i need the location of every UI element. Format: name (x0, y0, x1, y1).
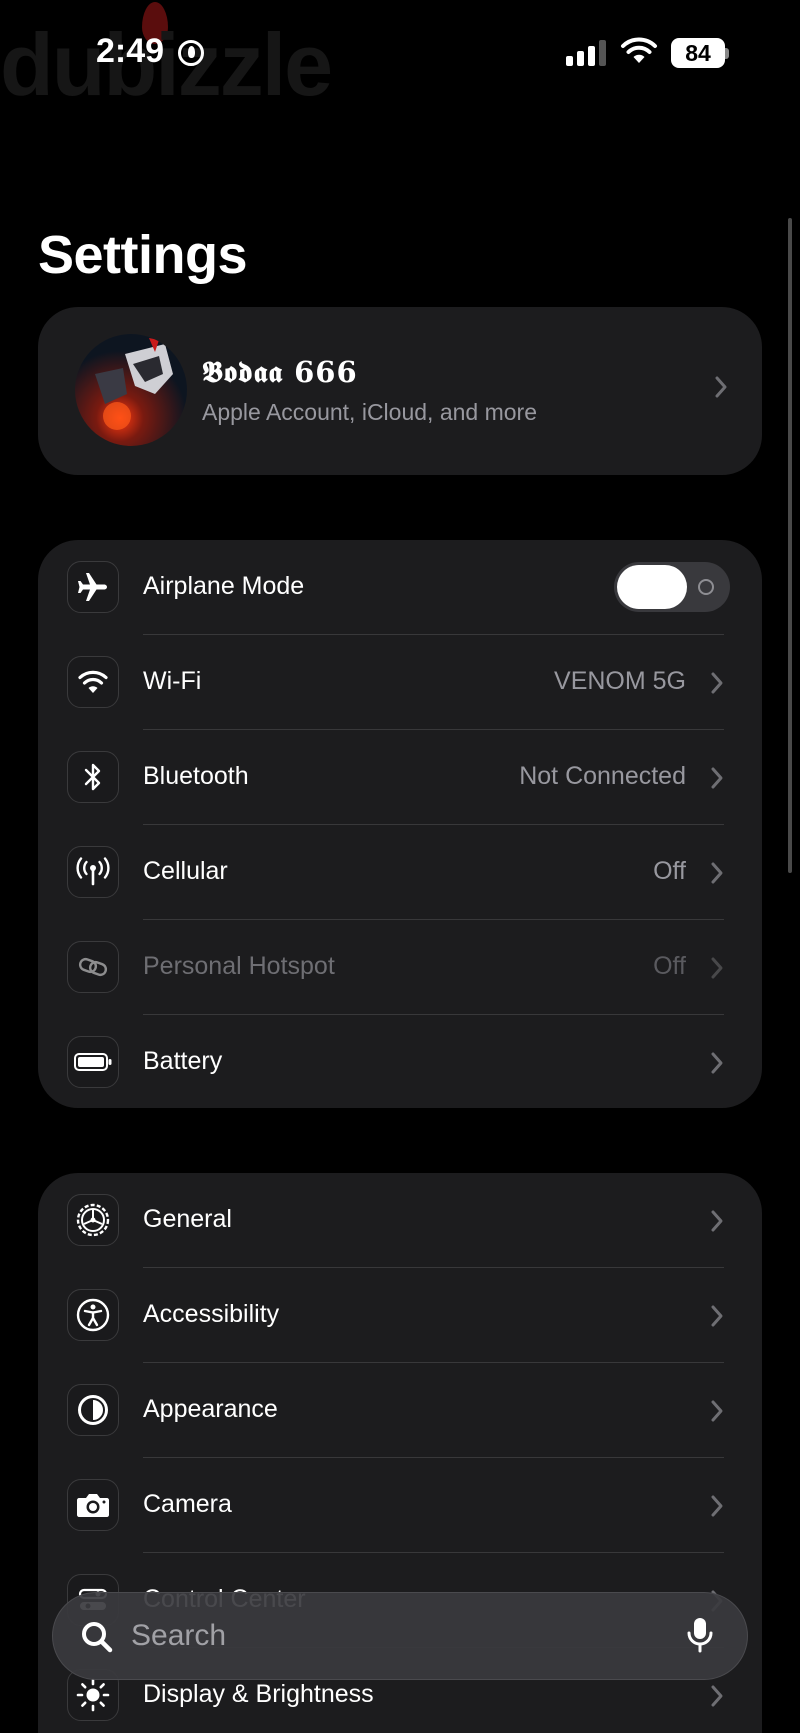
chevron-right-icon (711, 1685, 723, 1707)
settings-row-appearance[interactable]: Appearance (38, 1363, 762, 1458)
apple-account-card[interactable]: 𝕭𝖔𝖉𝖆𝖆 666 Apple Account, iCloud, and mor… (38, 307, 762, 475)
airplane-icon (67, 561, 119, 613)
search-bar[interactable]: Search (52, 1592, 748, 1680)
settings-row-airplane-mode[interactable]: Airplane Mode (38, 540, 762, 635)
row-label: Wi-Fi (143, 667, 202, 695)
chevron-right-icon (711, 957, 723, 979)
battery-percent: 84 (671, 38, 725, 68)
wifi-status-icon (621, 37, 657, 63)
chevron-right-icon (711, 1495, 723, 1517)
bluetooth-icon (67, 751, 119, 803)
chevron-right-icon (715, 376, 727, 398)
settings-row-accessibility[interactable]: Accessibility (38, 1268, 762, 1363)
profile-name: 𝕭𝖔𝖉𝖆𝖆 666 (202, 355, 358, 389)
chevron-right-icon (711, 1210, 723, 1232)
row-label: Camera (143, 1490, 232, 1518)
chevron-right-icon (711, 862, 723, 884)
row-label: Personal Hotspot (143, 952, 335, 980)
row-value: Off (653, 952, 686, 980)
row-label: Accessibility (143, 1300, 280, 1328)
settings-row-bluetooth[interactable]: Bluetooth Not Connected (38, 730, 762, 825)
airplane-mode-toggle[interactable] (614, 562, 730, 612)
chevron-right-icon (711, 672, 723, 694)
search-icon (82, 1622, 113, 1653)
chevron-right-icon (711, 1400, 723, 1422)
cellular-signal-icon (566, 40, 606, 66)
settings-row-camera[interactable]: Camera (38, 1458, 762, 1553)
toggle-knob (617, 565, 687, 609)
chevron-right-icon (711, 1052, 723, 1074)
camera-icon (67, 1479, 119, 1531)
accessibility-icon (67, 1289, 119, 1341)
chevron-right-icon (711, 767, 723, 789)
row-label: Cellular (143, 857, 228, 885)
row-value: Not Connected (519, 762, 686, 790)
focus-icon (178, 40, 204, 66)
appearance-icon (67, 1384, 119, 1436)
row-value: Off (653, 857, 686, 885)
battery-status-icon: 84 (671, 38, 729, 68)
settings-row-personal-hotspot[interactable]: Personal Hotspot Off (38, 920, 762, 1015)
row-label: General (143, 1205, 232, 1233)
microphone-icon[interactable] (685, 1615, 715, 1655)
settings-row-battery[interactable]: Battery (38, 1015, 762, 1110)
settings-row-general[interactable]: General (38, 1173, 762, 1268)
row-label: Bluetooth (143, 762, 249, 790)
antenna-icon (67, 846, 119, 898)
row-label: Display & Brightness (143, 1680, 374, 1708)
scroll-indicator[interactable] (788, 218, 792, 873)
row-label: Battery (143, 1047, 223, 1075)
hotspot-icon (67, 941, 119, 993)
row-label: Airplane Mode (143, 572, 305, 600)
connectivity-group: Airplane Mode Wi-Fi VENOM 5G Bluetooth N… (38, 540, 762, 1108)
settings-row-wifi[interactable]: Wi-Fi VENOM 5G (38, 635, 762, 730)
row-value: VENOM 5G (554, 667, 686, 695)
row-label: Appearance (143, 1395, 278, 1423)
status-time: 2:49 (96, 32, 165, 70)
watermark: dubizzle (0, 15, 333, 114)
profile-subtitle: Apple Account, iCloud, and more (202, 399, 537, 425)
avatar (75, 334, 187, 446)
wifi-icon (67, 656, 119, 708)
status-bar: dubizzle 2:49 84 (0, 0, 800, 114)
toggle-off-indicator (698, 579, 714, 595)
battery-icon (67, 1036, 119, 1088)
search-input[interactable]: Search (131, 1619, 226, 1653)
chevron-right-icon (711, 1305, 723, 1327)
gear-icon (67, 1194, 119, 1246)
page-title: Settings (38, 225, 248, 285)
settings-row-cellular[interactable]: Cellular Off (38, 825, 762, 920)
